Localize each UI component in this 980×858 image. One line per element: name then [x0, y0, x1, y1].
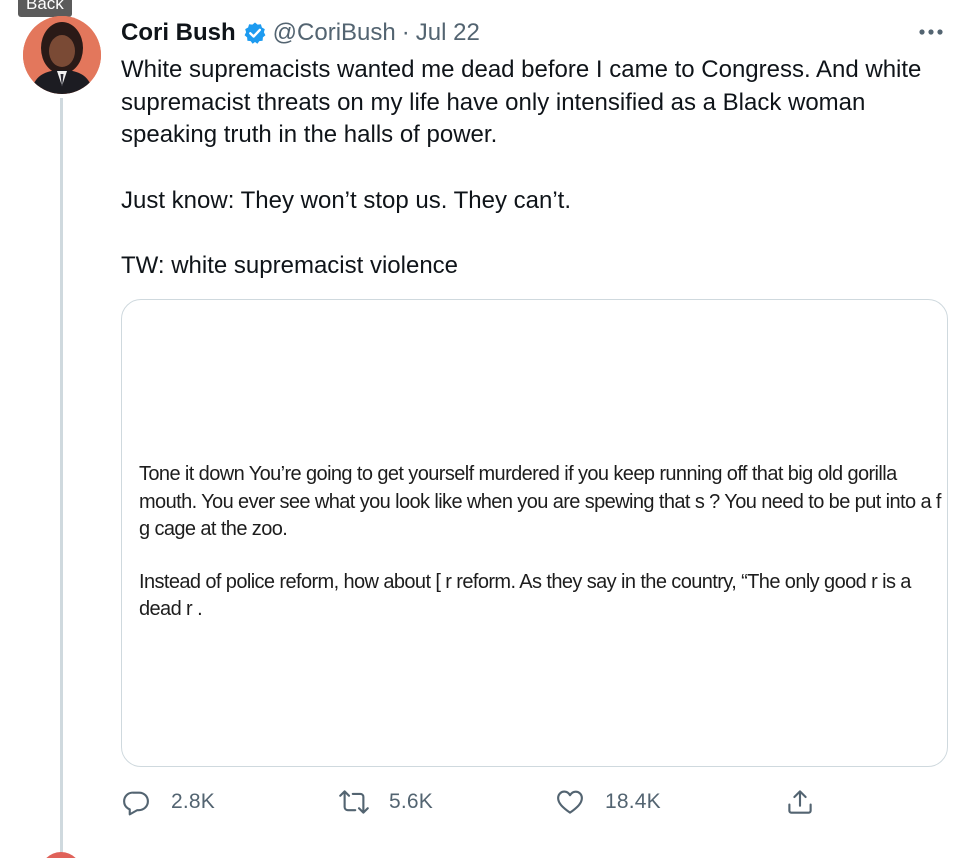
threat-letter-text: Tone it down You’re going to get yoursel… [139, 461, 944, 649]
back-button[interactable]: Back [18, 0, 72, 17]
display-name[interactable]: Cori Bush [121, 19, 236, 47]
thread-line [60, 98, 63, 858]
avatar[interactable] [23, 16, 101, 94]
share-button[interactable] [785, 784, 835, 820]
verified-badge-icon [243, 21, 267, 45]
reply-icon [123, 791, 149, 816]
heart-icon [557, 790, 583, 814]
tweet-paragraph: White supremacists wanted me dead before… [121, 56, 929, 148]
attached-image[interactable]: Tone it down You’re going to get yoursel… [121, 299, 948, 767]
reply-button[interactable]: 2.8K [121, 784, 215, 820]
retweet-count: 5.6K [389, 790, 433, 813]
separator-dot: · [401, 19, 410, 46]
share-icon [788, 790, 812, 814]
more-options-icon[interactable] [914, 20, 950, 44]
avatar-portrait [23, 16, 101, 94]
tweet-paragraph: Just know: They won’t stop us. They can’… [121, 186, 571, 214]
tweet-text: White supremacists wanted me dead before… [121, 54, 941, 316]
user-handle[interactable]: @CoriBush [273, 19, 396, 47]
tweet-date[interactable]: Jul 22 [416, 19, 480, 47]
like-button[interactable]: 18.4K [555, 784, 661, 820]
tweet-page: Back Cori Bush @CoriBush · Jul 22 White … [0, 0, 980, 858]
retweet-icon [339, 790, 369, 814]
next-reply-avatar[interactable] [40, 852, 82, 858]
letter-paragraph: Tone it down You’re going to get yoursel… [139, 463, 941, 540]
reply-count: 2.8K [171, 790, 215, 813]
tweet-paragraph: TW: white supremacist violence [121, 252, 459, 279]
tweet-actions: 2.8K 5.6K 18.4K [121, 784, 841, 820]
like-count: 18.4K [605, 790, 661, 813]
letter-paragraph: Instead of police reform, how about [ r … [139, 570, 911, 621]
retweet-button[interactable]: 5.6K [339, 784, 433, 820]
tweet-header: Cori Bush @CoriBush · Jul 22 [121, 17, 480, 49]
